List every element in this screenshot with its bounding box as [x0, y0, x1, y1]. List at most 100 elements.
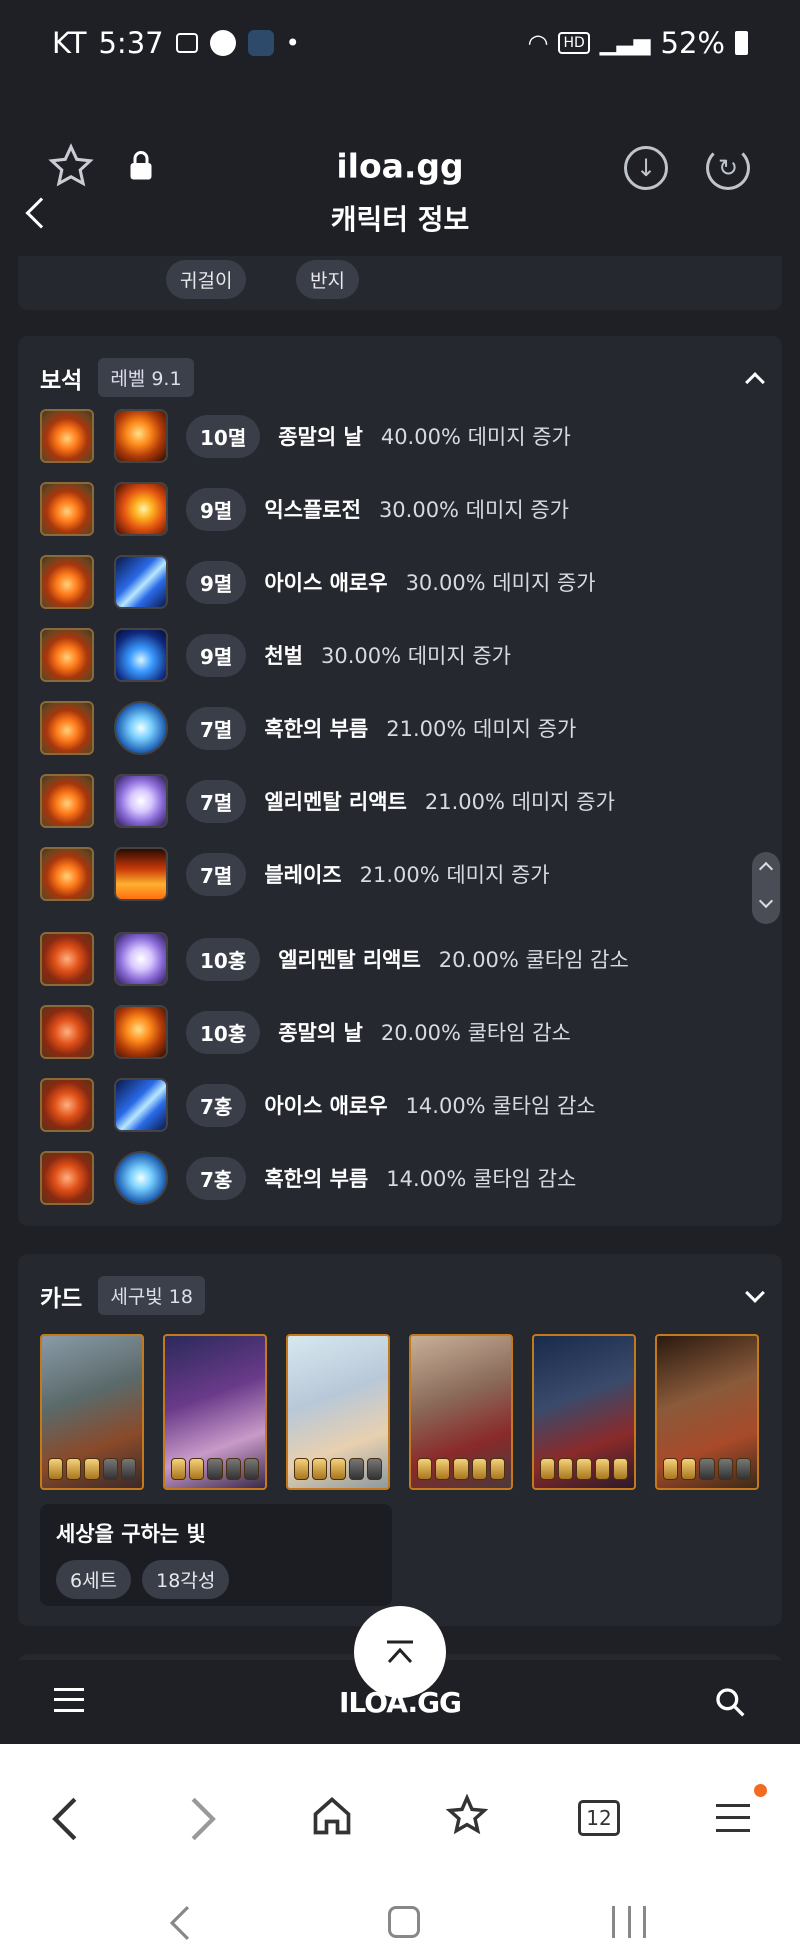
- elemental-icon: [114, 932, 168, 986]
- card-awakening: [540, 1458, 629, 1480]
- gem-row[interactable]: 7멸 엘리멘탈 리액트 21.00% 데미지 증가: [40, 773, 615, 829]
- cards-header[interactable]: 카드 세구빛 18: [18, 1254, 782, 1315]
- gem-row[interactable]: 7홍 아이스 애로우 14.00% 쿨타임 감소: [40, 1077, 596, 1133]
- gem-effect: 40.00% 데미지 증가: [380, 425, 571, 449]
- frost-icon: [114, 1151, 168, 1205]
- gem-skill: 아이스 애로우: [264, 571, 388, 595]
- gem-skill: 아이스 애로우: [264, 1094, 388, 1118]
- gems-header[interactable]: 보석 레벨 9.1: [18, 336, 782, 397]
- cooldown-gem-icon: [40, 1078, 94, 1132]
- gem-row[interactable]: 9멸 익스플로전 30.00% 데미지 증가: [40, 481, 569, 537]
- gem-level: 7멸: [186, 779, 247, 823]
- arrow-up-icon: [387, 1640, 413, 1664]
- back-icon[interactable]: [48, 1796, 82, 1842]
- notification-dot-icon: [754, 1784, 767, 1797]
- dot-icon: •: [285, 29, 300, 57]
- gems-title: 보석: [40, 367, 83, 394]
- gem-level: 7멸: [186, 706, 247, 750]
- accessory-panel: 귀걸이 반지: [18, 256, 782, 310]
- gem-effect: 14.00% 쿨타임 감소: [386, 1167, 577, 1191]
- gems-panel: 보석 레벨 9.1 10멸 종말의 날 40.00% 데미지 증가 9멸 익스플…: [18, 336, 782, 1226]
- card-set-name: 세상을 구하는 빛: [56, 1522, 206, 1546]
- gallery-icon: [175, 33, 198, 53]
- card-awakening: [294, 1458, 383, 1480]
- gem-skill: 익스플로전: [264, 498, 361, 522]
- wifi-icon: ◠: [527, 29, 549, 57]
- explosion-icon: [114, 482, 168, 536]
- gem-level: 7홍: [186, 1156, 247, 1200]
- gem-row[interactable]: 7멸 혹한의 부름 21.00% 데미지 증가: [40, 700, 576, 756]
- expand-chevron-icon[interactable]: [745, 1282, 765, 1303]
- search-icon[interactable]: [714, 1686, 746, 1718]
- thunder-icon: [114, 628, 168, 682]
- gem-skill: 엘리멘탈 리액트: [264, 790, 407, 814]
- damage-gem-icon: [40, 555, 94, 609]
- home-icon[interactable]: [310, 1794, 354, 1838]
- card-item[interactable]: [532, 1334, 636, 1490]
- forward-icon[interactable]: [186, 1796, 220, 1842]
- chevron-up-icon: [758, 861, 774, 877]
- gem-level: 9멸: [186, 560, 247, 604]
- system-home-icon[interactable]: [388, 1906, 420, 1938]
- gem-effect: 21.00% 데미지 증가: [424, 790, 615, 814]
- system-back-icon[interactable]: [168, 1904, 192, 1942]
- card-set-box: 세상을 구하는 빛 6세트 18각성: [40, 1504, 392, 1606]
- gem-row[interactable]: 9멸 아이스 애로우 30.00% 데미지 증가: [40, 554, 596, 610]
- gem-level: 10멸: [186, 414, 261, 458]
- card-item[interactable]: [40, 1334, 144, 1490]
- menu-icon[interactable]: [716, 1804, 750, 1832]
- gem-level: 9멸: [186, 487, 247, 531]
- browser-nav-bar: 12: [0, 1744, 800, 1956]
- battery-icon: [735, 31, 748, 55]
- gem-effect: 21.00% 데미지 증가: [359, 863, 550, 887]
- damage-gem-icon: [40, 482, 94, 536]
- damage-gem-icon: [40, 628, 94, 682]
- gem-row[interactable]: 9멸 천벌 30.00% 데미지 증가: [40, 627, 511, 683]
- gem-row[interactable]: 10멸 종말의 날 40.00% 데미지 증가: [40, 408, 571, 464]
- collapse-chevron-icon[interactable]: [745, 371, 765, 392]
- gem-row[interactable]: 10홍 종말의 날 20.00% 쿨타임 감소: [40, 1004, 571, 1060]
- tabs-icon[interactable]: 12: [578, 1800, 620, 1836]
- card-item[interactable]: [163, 1334, 267, 1490]
- back-chevron-icon[interactable]: [25, 197, 57, 229]
- card-item[interactable]: [286, 1334, 390, 1490]
- play-icon: [247, 30, 274, 56]
- damage-gem-icon: [40, 774, 94, 828]
- scroll-handle[interactable]: [752, 852, 780, 924]
- url-text[interactable]: iloa.gg: [0, 147, 800, 186]
- scroll-to-top-button[interactable]: [354, 1606, 446, 1698]
- battery-level: 52%: [660, 26, 725, 60]
- gem-skill: 종말의 날: [278, 1021, 363, 1045]
- gem-skill: 블레이즈: [264, 863, 342, 887]
- gem-effect: 21.00% 데미지 증가: [386, 717, 577, 741]
- bookmarks-icon[interactable]: [444, 1794, 490, 1840]
- ice-arrow-icon: [114, 1078, 168, 1132]
- page-header: 캐릭터 정보: [0, 182, 800, 254]
- status-bar: KT 5:37 • ◠ HD ▁▃▅ 52%: [0, 0, 800, 86]
- chip-earring[interactable]: 귀걸이: [166, 260, 247, 299]
- cooldown-gem-icon: [40, 1005, 94, 1059]
- hd-icon: HD: [558, 32, 590, 54]
- fire-meteor-icon: [114, 409, 168, 463]
- gem-effect: 30.00% 데미지 증가: [320, 644, 511, 668]
- chip-ring[interactable]: 반지: [296, 260, 359, 299]
- blaze-icon: [114, 847, 168, 901]
- card-awakening: [171, 1458, 260, 1480]
- card-awakening: [417, 1458, 506, 1480]
- gem-row[interactable]: 10홍 엘리멘탈 리액트 20.00% 쿨타임 감소: [40, 931, 629, 987]
- gem-skill: 천벌: [264, 644, 303, 668]
- gem-row[interactable]: 7홍 혹한의 부름 14.00% 쿨타임 감소: [40, 1150, 576, 1206]
- clock: 5:37: [98, 26, 164, 60]
- gem-level: 10홍: [186, 937, 261, 981]
- gem-level: 7홍: [186, 1083, 247, 1127]
- fire-meteor-icon: [114, 1005, 168, 1059]
- gem-effect: 30.00% 데미지 증가: [405, 571, 596, 595]
- card-item[interactable]: [409, 1334, 513, 1490]
- gem-row[interactable]: 7멸 블레이즈 21.00% 데미지 증가: [40, 846, 550, 902]
- card-item[interactable]: [655, 1334, 759, 1490]
- awakening-count-chip: 18각성: [142, 1560, 230, 1599]
- gems-level-tag: 레벨 9.1: [98, 358, 194, 397]
- cards-set-tag: 세구빛 18: [98, 1276, 205, 1315]
- cooldown-gem-icon: [40, 1151, 94, 1205]
- system-recents-icon[interactable]: [612, 1906, 646, 1938]
